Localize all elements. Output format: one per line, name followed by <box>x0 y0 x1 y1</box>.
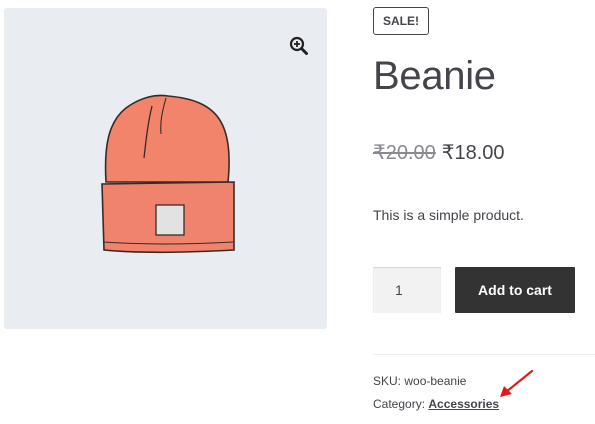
sku-value: woo-beanie <box>404 374 467 388</box>
zoom-icon[interactable] <box>288 35 310 57</box>
category-link[interactable]: Accessories <box>428 397 499 411</box>
regular-price: ₹20.00 <box>373 142 436 164</box>
beanie-image[interactable] <box>96 92 242 262</box>
product-gallery <box>4 8 327 329</box>
product-title: Beanie <box>373 54 496 98</box>
quantity-input[interactable] <box>373 267 441 313</box>
category-row: Category: Accessories <box>373 395 499 413</box>
product-price: ₹20.00 ₹18.00 <box>373 140 505 166</box>
product-description: This is a simple product. <box>373 207 524 223</box>
divider <box>373 354 595 355</box>
sku-label: SKU: <box>373 374 402 388</box>
category-label: Category: <box>373 397 426 411</box>
add-to-cart-button[interactable]: Add to cart <box>455 267 575 313</box>
red-arrow-annotation <box>494 368 538 405</box>
sale-badge: SALE! <box>373 7 429 35</box>
sku-row: SKU: woo-beanie <box>373 372 466 390</box>
sale-price: ₹18.00 <box>441 142 505 164</box>
